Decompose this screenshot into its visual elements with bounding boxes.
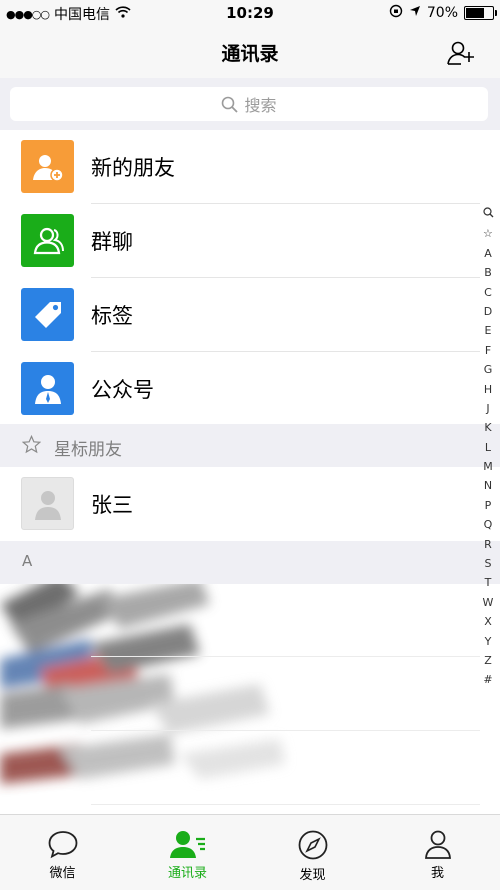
add-friend-button[interactable] (446, 38, 476, 68)
default-avatar-icon (34, 490, 61, 520)
star-icon (21, 434, 42, 459)
index-letter[interactable]: B (484, 263, 492, 282)
index-letter[interactable]: C (484, 283, 492, 302)
official-account-icon (21, 362, 74, 415)
new-friend-icon (21, 140, 74, 193)
battery-tip (495, 10, 497, 16)
chat-bubble-icon (48, 831, 77, 859)
section-header-letter: A (0, 541, 500, 584)
location-arrow-icon (409, 5, 421, 21)
search-icon (222, 96, 239, 113)
tab-me[interactable]: 我 (375, 815, 500, 890)
search-input[interactable]: 搜索 (10, 87, 488, 121)
index-letter[interactable]: Z (484, 651, 492, 670)
index-letter[interactable]: W (483, 593, 494, 612)
index-letter[interactable]: Q (484, 515, 493, 534)
search-area: 搜索 (0, 78, 500, 130)
index-letter[interactable]: S (485, 554, 492, 573)
alphabet-index-bar[interactable]: ☆ A B C D E F G H J K L M N P Q R S T W X Y Z # (480, 205, 496, 690)
group-chat-icon (21, 214, 74, 267)
battery-percent: 70% (426, 5, 458, 21)
list-item-tags[interactable]: 标签 (0, 278, 480, 352)
obscured-contact-list (0, 584, 480, 814)
status-right: 70% (389, 4, 497, 22)
row-label: 公众号 (91, 378, 154, 402)
index-letter[interactable]: A (484, 244, 492, 263)
row-label: 群聊 (91, 230, 133, 254)
tab-label: 微信 (49, 866, 76, 881)
index-letter[interactable]: E (485, 321, 492, 340)
index-letter[interactable]: M (483, 457, 493, 476)
tab-bar: 微信 通讯录 发现 我 (0, 814, 500, 890)
section-header-label: 星标朋友 (54, 440, 122, 460)
list-item-new-friends[interactable]: 新的朋友 (0, 130, 480, 204)
add-contact-icon (447, 41, 474, 65)
battery-fill (466, 8, 485, 18)
index-letter[interactable]: F (485, 341, 491, 360)
index-letter[interactable]: J (486, 399, 489, 418)
search-placeholder: 搜索 (244, 96, 277, 115)
section-header-starred: 星标朋友 (0, 424, 500, 467)
list-item-official-accounts[interactable]: 公众号 (0, 352, 480, 426)
index-letter[interactable]: Y (485, 632, 492, 651)
contacts-icon (169, 831, 205, 858)
tab-label: 我 (430, 866, 444, 881)
index-search-icon[interactable] (482, 205, 494, 224)
tag-icon (21, 288, 74, 341)
index-letter[interactable]: G (484, 360, 493, 379)
nav-bar: 通讯录 (0, 26, 500, 78)
section-header-label: A (22, 552, 33, 570)
index-letter[interactable]: L (485, 438, 491, 457)
tab-contacts[interactable]: 通讯录 (125, 815, 250, 890)
index-letter[interactable]: D (484, 302, 492, 321)
tab-chats[interactable]: 微信 (0, 815, 125, 890)
tab-label: 发现 (299, 868, 326, 883)
rotation-lock-icon (389, 4, 403, 22)
contact-row[interactable]: 张三 (0, 467, 480, 541)
list-item-group-chats[interactable]: 群聊 (0, 204, 480, 278)
page-title: 通讯录 (221, 43, 279, 65)
index-letter[interactable]: X (484, 612, 492, 631)
row-label: 新的朋友 (91, 156, 175, 180)
blur-overlay (0, 584, 480, 805)
row-label: 标签 (91, 304, 133, 328)
index-letter[interactable]: ☆ (483, 224, 493, 243)
person-icon (424, 830, 451, 859)
index-letters: ☆ A B C D E F G H J K L M N P Q R S T W X Y Z # (483, 224, 494, 689)
tab-label: 通讯录 (167, 866, 207, 881)
avatar (21, 477, 74, 530)
battery-icon (464, 6, 497, 20)
index-letter[interactable]: R (484, 535, 492, 554)
index-letter[interactable]: K (484, 418, 491, 437)
contact-name: 张三 (91, 493, 133, 517)
index-letter[interactable]: N (484, 476, 492, 495)
index-letter[interactable]: P (485, 496, 492, 515)
tab-discover[interactable]: 发现 (250, 815, 375, 890)
status-bar: ●●●○○ 中国电信 10:29 70% (0, 0, 500, 26)
index-letter[interactable]: # (483, 670, 492, 689)
index-letter[interactable]: H (484, 380, 492, 399)
index-letter[interactable]: T (485, 573, 492, 592)
compass-icon (298, 830, 327, 860)
